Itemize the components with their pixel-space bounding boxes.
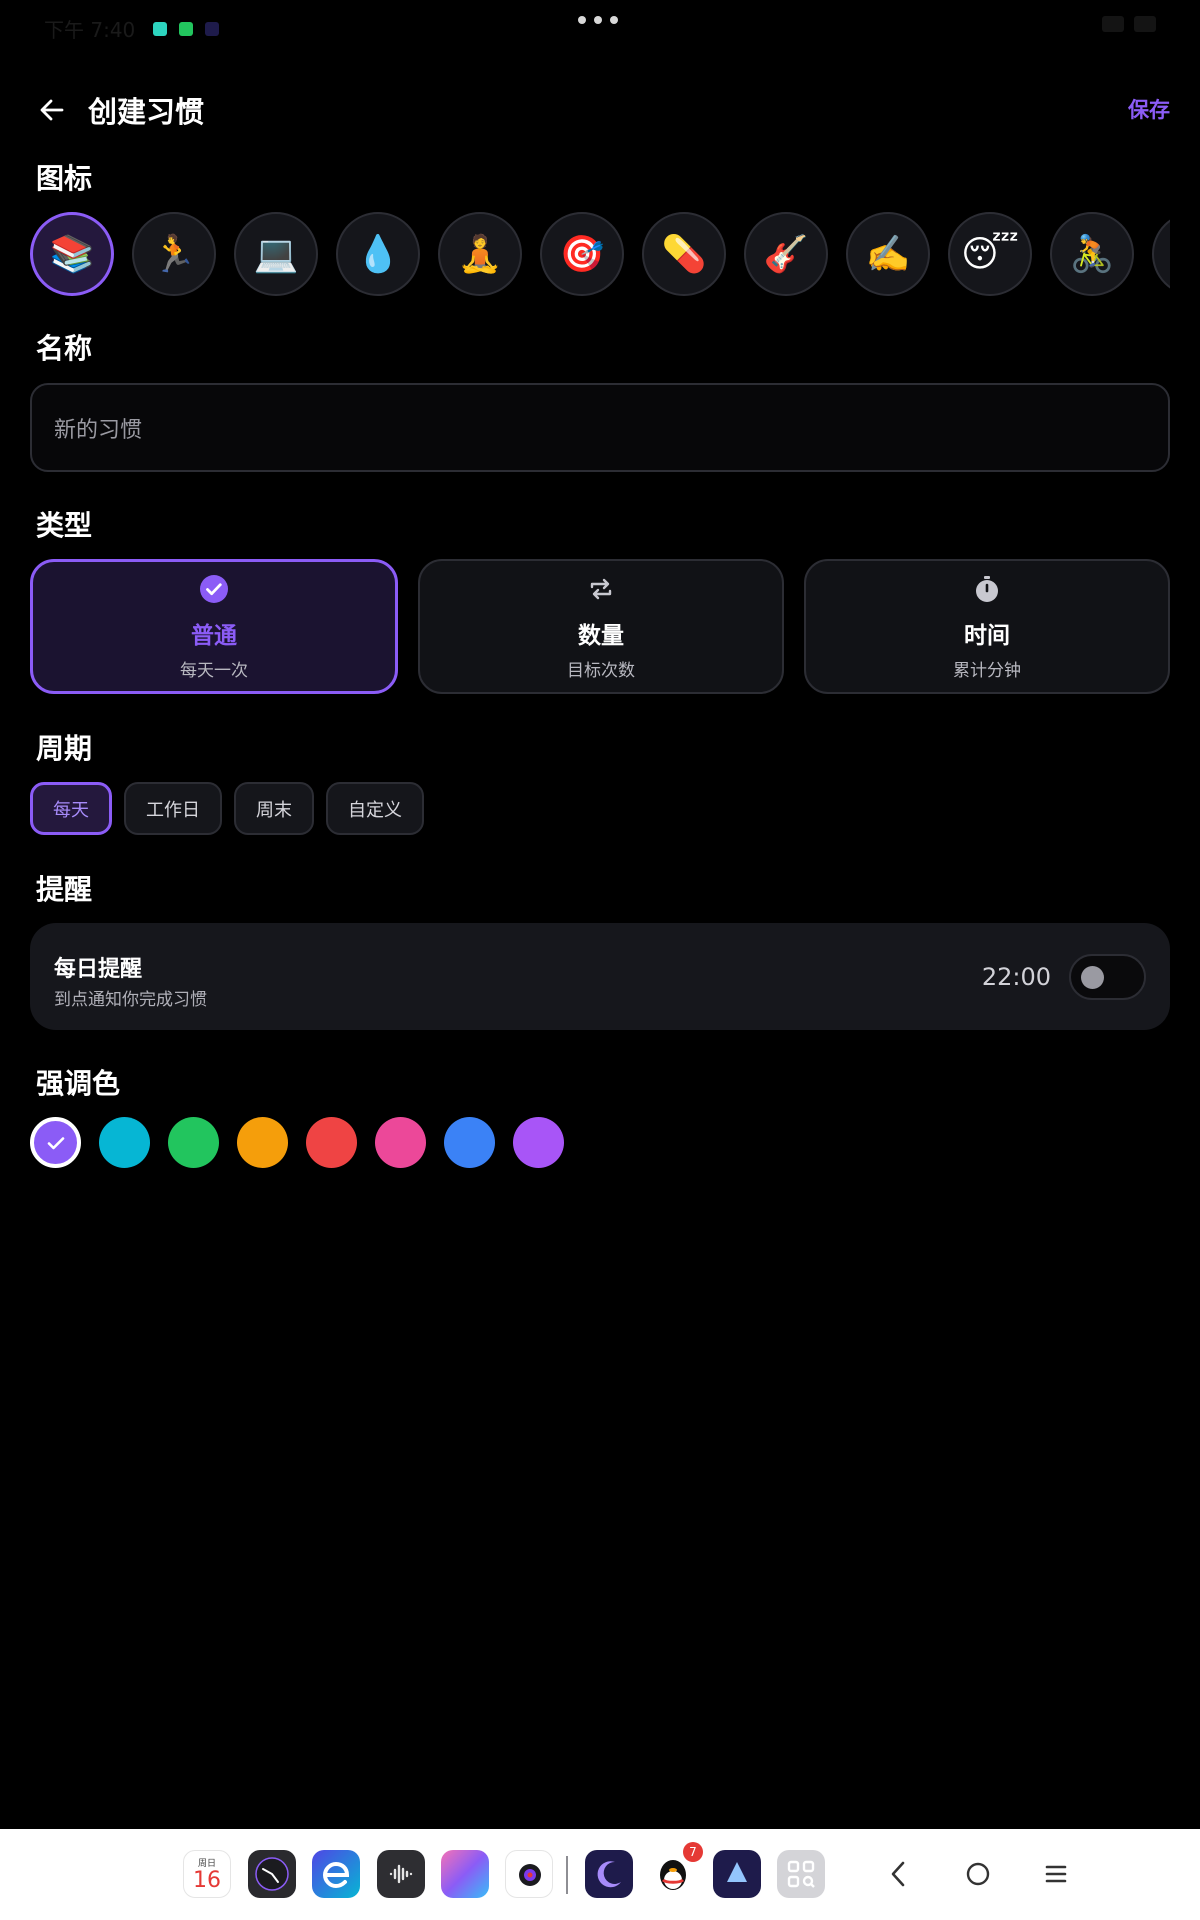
type-subtitle: 目标次数	[567, 661, 635, 681]
status-time: 下午 7:40	[44, 18, 136, 42]
toggle-knob	[1081, 966, 1104, 989]
icon-picker: 📚 🏃 💻 💧 🧘 🎯 💊 🎸 ✍️ 😴 🚴	[30, 212, 1170, 296]
accent-color-swatch[interactable]	[237, 1117, 288, 1168]
period-chip[interactable]: 自定义	[326, 782, 424, 835]
type-title: 数量	[578, 623, 624, 649]
menu-icon	[1045, 1865, 1067, 1883]
type-title: 普通	[191, 623, 237, 649]
period-section-label: 周期	[36, 732, 93, 765]
app-header: 创建习惯 保存	[30, 84, 1170, 136]
accent-color-swatch[interactable]	[168, 1117, 219, 1168]
stopwatch-icon	[972, 572, 1002, 606]
accent-color-swatch[interactable]	[513, 1117, 564, 1168]
checkmark-icon	[47, 1136, 64, 1149]
signal-icon	[1102, 16, 1124, 32]
reminder-time[interactable]: 22:00	[982, 963, 1051, 991]
pill-icon[interactable]: 💊	[642, 212, 726, 296]
app-library-icon[interactable]	[777, 1850, 825, 1898]
type-card-normal[interactable]: 普通 每天一次	[30, 559, 398, 694]
status-left: 下午 7:40	[44, 14, 220, 43]
accent-color-swatch[interactable]	[306, 1117, 357, 1168]
chevron-left-icon	[891, 1861, 905, 1887]
gallery-app-icon[interactable]	[441, 1850, 489, 1898]
reminder-subtitle: 到点通知你完成习惯	[54, 990, 207, 1010]
laptop-icon[interactable]: 💻	[234, 212, 318, 296]
period-chip[interactable]: 工作日	[124, 782, 222, 835]
cycling-icon[interactable]: 🚴	[1050, 212, 1134, 296]
period-chip[interactable]: 每天	[30, 782, 112, 835]
period-chip[interactable]: 周末	[234, 782, 314, 835]
accent-section-label: 强调色	[36, 1067, 121, 1100]
back-button[interactable]	[30, 88, 74, 132]
qq-app-icon[interactable]: 7	[649, 1842, 703, 1898]
type-section-label: 类型	[36, 509, 93, 542]
accent-color-picker	[30, 1117, 564, 1168]
running-icon[interactable]: 🏃	[132, 212, 216, 296]
nav-home-button[interactable]	[960, 1856, 996, 1892]
type-card-timer[interactable]: 时间 累计分钟	[804, 559, 1170, 694]
meditation-icon[interactable]: 🧘	[438, 212, 522, 296]
reminder-toggle[interactable]	[1069, 954, 1146, 1000]
status-bar: 下午 7:40	[0, 0, 1200, 52]
water-drop-icon[interactable]: 💧	[336, 212, 420, 296]
more-icon[interactable]	[1152, 212, 1170, 296]
reminder-section-label: 提醒	[36, 873, 93, 906]
reminder-title: 每日提醒	[54, 957, 143, 982]
books-icon[interactable]: 📚	[30, 212, 114, 296]
type-title: 时间	[964, 623, 1010, 649]
period-chips: 每天 工作日 周末 自定义	[30, 782, 424, 835]
arrow-left-icon	[40, 99, 64, 121]
navigator-app-icon[interactable]	[713, 1850, 761, 1898]
type-selector: 普通 每天一次 数量 目标次数 时间 累计分钟	[30, 559, 1170, 694]
notification-icon	[205, 21, 220, 36]
sleeping-face-icon[interactable]: 😴	[948, 212, 1032, 296]
browser-app-icon[interactable]	[312, 1850, 360, 1898]
type-subtitle: 累计分钟	[953, 661, 1021, 681]
status-right	[1102, 16, 1156, 32]
writing-icon[interactable]: ✍️	[846, 212, 930, 296]
habit-name-input[interactable]: 新的习惯	[30, 383, 1170, 472]
system-dock: 周日 16 7	[0, 1829, 1200, 1920]
accent-color-swatch[interactable]	[375, 1117, 426, 1168]
calendar-app-icon[interactable]: 周日 16	[183, 1850, 231, 1898]
notification-icon	[153, 21, 168, 36]
check-circle-icon	[199, 572, 229, 606]
home-circle-icon	[966, 1862, 990, 1886]
accent-color-swatch[interactable]	[99, 1117, 150, 1168]
clock-app-icon[interactable]	[248, 1850, 296, 1898]
notification-icon	[179, 21, 194, 36]
recorder-app-icon[interactable]	[377, 1850, 425, 1898]
type-card-count[interactable]: 数量 目标次数	[418, 559, 784, 694]
page-title: 创建习惯	[88, 95, 205, 129]
nav-back-button[interactable]	[880, 1856, 916, 1892]
notification-badge: 7	[683, 1842, 703, 1862]
dock-divider	[566, 1856, 568, 1894]
target-icon[interactable]: 🎯	[540, 212, 624, 296]
nav-menu-button[interactable]	[1038, 1856, 1074, 1892]
type-subtitle: 每天一次	[180, 661, 248, 681]
guitar-icon[interactable]: 🎸	[744, 212, 828, 296]
accent-color-swatch[interactable]	[30, 1117, 81, 1168]
accent-color-swatch[interactable]	[444, 1117, 495, 1168]
daily-reminder-card: 每日提醒 到点通知你完成习惯 22:00	[30, 923, 1170, 1030]
save-button[interactable]: 保存	[1128, 94, 1170, 124]
camera-app-icon[interactable]	[505, 1850, 553, 1898]
repeat-icon	[586, 572, 616, 606]
icon-section-label: 图标	[36, 162, 93, 195]
moon-app-icon[interactable]	[585, 1850, 633, 1898]
battery-icon	[1134, 16, 1156, 32]
name-section-label: 名称	[36, 332, 93, 365]
calendar-day: 16	[193, 1868, 221, 1893]
multitask-dots-icon[interactable]	[578, 16, 618, 24]
